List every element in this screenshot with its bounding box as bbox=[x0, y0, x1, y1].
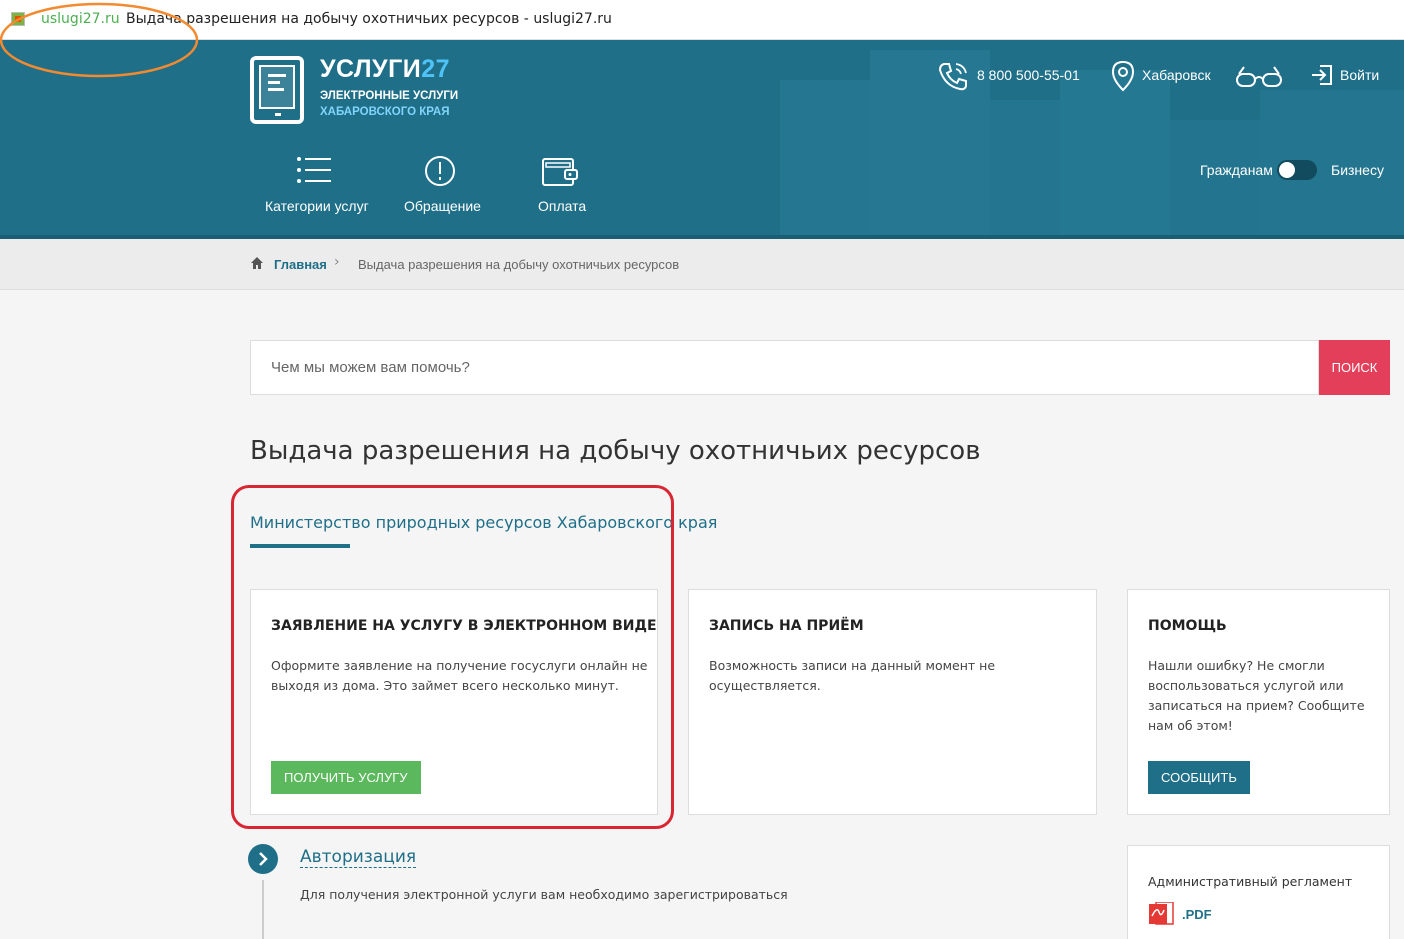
card-description: Возможность записи на данный момент не о… bbox=[709, 658, 996, 693]
login-icon[interactable] bbox=[1310, 64, 1334, 86]
toggle-knob bbox=[1279, 162, 1295, 178]
step-connector-line bbox=[262, 880, 264, 939]
wallet-icon bbox=[542, 158, 578, 186]
chevron-right-icon bbox=[259, 852, 268, 866]
toggle-label-citizens[interactable]: Гражданам bbox=[1200, 162, 1273, 178]
ministry-tab[interactable]: Министерство природных ресурсов Хабаровс… bbox=[250, 513, 717, 532]
list-icon bbox=[297, 157, 331, 183]
card-description: Оформите заявление на получение госуслуг… bbox=[271, 658, 648, 693]
exclamation-circle-icon bbox=[425, 156, 455, 186]
search-input[interactable] bbox=[250, 340, 1319, 395]
step-expand-button[interactable] bbox=[248, 844, 278, 874]
location-pin-icon[interactable] bbox=[1111, 60, 1135, 92]
nav-categories[interactable]: Категории услуг bbox=[265, 198, 369, 214]
toggle-label-business[interactable]: Бизнесу bbox=[1331, 162, 1384, 178]
pdf-icon[interactable] bbox=[1148, 902, 1174, 926]
electronic-application-card: ЗАЯВЛЕНИЕ НА УСЛУГУ В ЭЛЕКТРОННОМ ВИДЕ О… bbox=[250, 589, 658, 815]
audience-toggle-switch[interactable] bbox=[1277, 160, 1317, 180]
report-button[interactable]: СООБЩИТЬ bbox=[1148, 761, 1250, 794]
card-title: ЗАЯВЛЕНИЕ НА УСЛУГУ В ЭЛЕКТРОННОМ ВИДЕ bbox=[271, 618, 657, 634]
chevron-right-icon: › bbox=[334, 254, 340, 270]
phone-icon[interactable] bbox=[936, 60, 970, 92]
city-link[interactable]: Хабаровск bbox=[1142, 67, 1211, 83]
nav-appeal[interactable]: Обращение bbox=[404, 198, 481, 214]
appointment-card: ЗАПИСЬ НА ПРИЁМ Возможность записи на да… bbox=[688, 589, 1097, 815]
nav-payment[interactable]: Оплата bbox=[538, 198, 586, 214]
phone-link[interactable]: 8 800 500-55-01 bbox=[977, 67, 1080, 83]
regulation-card: Административный регламент .PDF bbox=[1127, 845, 1390, 939]
auth-step-description: Для получения электронной услуги вам нео… bbox=[300, 887, 788, 902]
help-card: ПОМОЩЬ Нашли ошибку? Не смогли воспользо… bbox=[1127, 589, 1390, 815]
login-link[interactable]: Войти bbox=[1340, 67, 1379, 83]
browser-url[interactable]: uslugi27.ru bbox=[41, 11, 120, 27]
pdf-download-link[interactable]: .PDF bbox=[1182, 907, 1212, 922]
breadcrumb-current: Выдача разрешения на добычу охотничьих р… bbox=[358, 257, 680, 272]
browser-tab-title: Выдача разрешения на добычу охотничьих р… bbox=[126, 11, 612, 27]
card-description: Нашли ошибку? Не смогли воспользоваться … bbox=[1148, 658, 1365, 733]
search-button[interactable]: ПОИСК bbox=[1319, 340, 1390, 395]
logo-subtitle-line2: ХАБАРОВСКОГО КРАЯ bbox=[320, 106, 450, 118]
page-title: Выдача разрешения на добычу охотничьих р… bbox=[250, 436, 981, 466]
glasses-accessibility-icon[interactable] bbox=[1235, 65, 1283, 89]
active-tab-indicator bbox=[250, 544, 350, 548]
breadcrumb-home[interactable]: Главная bbox=[274, 257, 327, 272]
get-service-button[interactable]: ПОЛУЧИТЬ УСЛУГУ bbox=[271, 761, 421, 794]
logo-text[interactable]: УСЛУГИ27 bbox=[320, 55, 450, 84]
home-icon[interactable] bbox=[250, 256, 264, 270]
breadcrumb: Главная › Выдача разрешения на добычу ох… bbox=[0, 239, 1404, 290]
site-favicon-icon bbox=[11, 12, 25, 26]
logo-subtitle-line1: ЭЛЕКТРОННЫЕ УСЛУГИ bbox=[320, 90, 459, 102]
regulation-title: Административный регламент bbox=[1148, 874, 1353, 889]
logo-icon[interactable] bbox=[250, 56, 304, 124]
auth-step-title[interactable]: Авторизация bbox=[300, 847, 417, 868]
card-title: ЗАПИСЬ НА ПРИЁМ bbox=[709, 618, 864, 634]
browser-title-bar: uslugi27.ru Выдача разрешения на добычу … bbox=[0, 0, 1404, 40]
card-title: ПОМОЩЬ bbox=[1148, 618, 1227, 634]
